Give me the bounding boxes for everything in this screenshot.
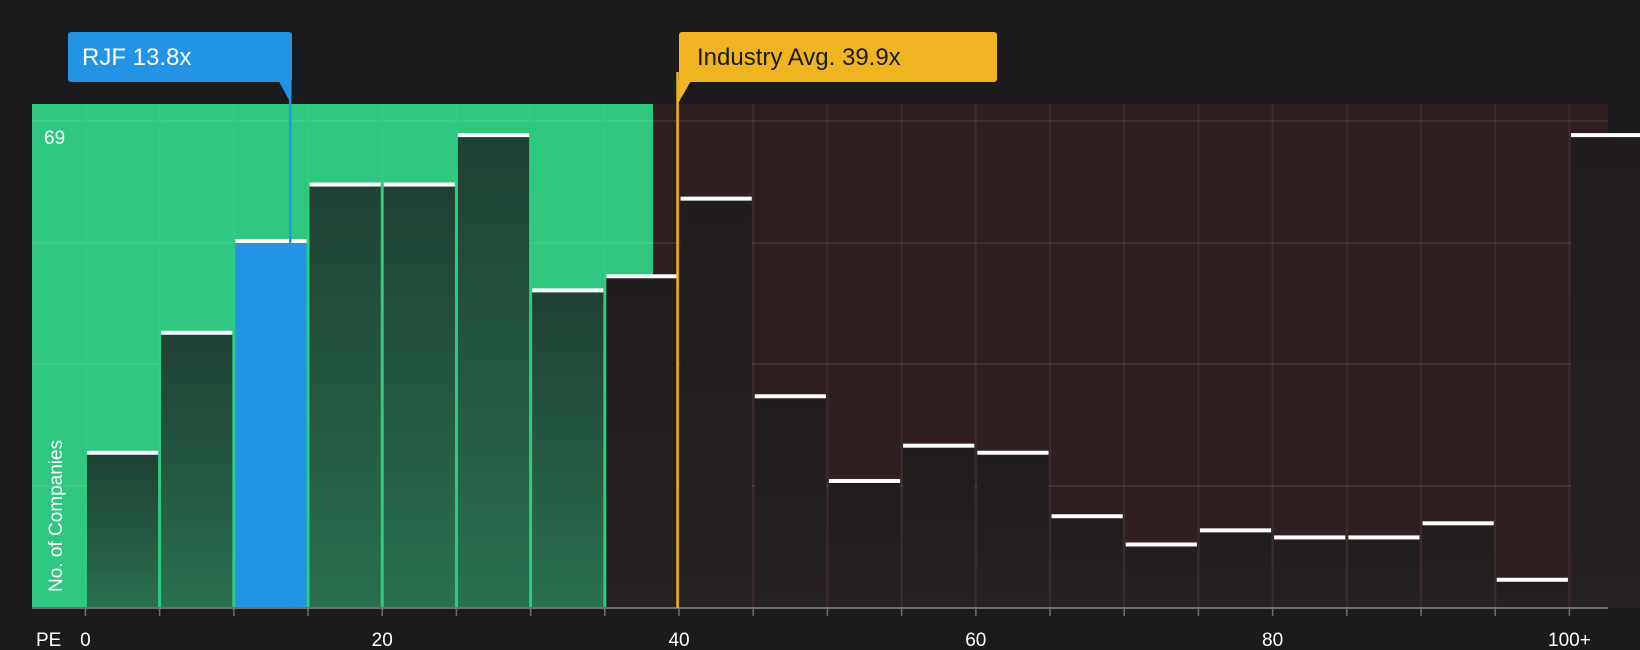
- bar-cap: [1274, 535, 1346, 540]
- bar-cap: [1199, 528, 1272, 533]
- bar: [680, 198, 752, 608]
- bar: [977, 452, 1049, 608]
- bar-cap: [1125, 542, 1197, 547]
- bar-cap: [1422, 521, 1494, 526]
- bar: [1125, 544, 1197, 608]
- bar: [606, 276, 678, 608]
- bar-cap: [161, 330, 233, 335]
- bar-cap: [457, 133, 530, 138]
- x-tick-label: 0: [80, 630, 91, 650]
- bar: [828, 480, 901, 608]
- y-axis-label: No. of Companies: [46, 440, 67, 592]
- bar: [1274, 537, 1346, 608]
- x-tick-label: 20: [372, 630, 393, 650]
- bar-cap: [606, 274, 678, 279]
- bar-cap: [309, 182, 381, 187]
- bar: [457, 135, 530, 608]
- x-tick-label: 80: [1262, 630, 1283, 650]
- bar-cap: [532, 288, 604, 293]
- bar: [383, 184, 455, 609]
- x-axis-label: PE: [36, 630, 61, 650]
- bar: [235, 240, 307, 608]
- industry-label: Industry Avg. 39.9x: [697, 44, 901, 71]
- x-tick-label: 100+: [1548, 630, 1591, 650]
- bar: [1570, 135, 1640, 608]
- bar: [86, 452, 159, 608]
- x-tick-label: 40: [668, 630, 689, 650]
- pe-distribution-chart: 0 20 40 60 80 100+ PE 69 No. of Companies RJF 13…: [0, 0, 1640, 650]
- y-max-label: 69: [44, 128, 65, 149]
- industry-pointer: [676, 80, 692, 106]
- bar-cap: [680, 196, 752, 201]
- bar: [1199, 530, 1272, 608]
- bar-cap: [828, 478, 901, 483]
- bar: [309, 184, 381, 609]
- bar-cap: [1348, 535, 1420, 540]
- bar: [1348, 537, 1420, 608]
- bar: [1422, 523, 1494, 608]
- bar: [1496, 579, 1568, 608]
- subject-label: RJF 13.8x: [82, 44, 191, 71]
- bar-cap: [86, 450, 159, 455]
- bar-cap: [1496, 577, 1568, 582]
- bar-cap: [903, 443, 975, 448]
- bar-cap: [977, 450, 1049, 455]
- bar: [532, 290, 604, 608]
- bar: [754, 396, 826, 608]
- bar: [1051, 516, 1123, 608]
- chart-svg: 0 20 40 60 80 100+ PE 69 No. of Companies RJF 13…: [32, 32, 1640, 650]
- bar-cap: [1570, 133, 1640, 138]
- bar-cap: [383, 182, 455, 187]
- bar-cap: [1051, 514, 1123, 519]
- bar: [161, 332, 233, 608]
- bar: [903, 445, 975, 608]
- x-tick-label: 60: [965, 630, 986, 650]
- bar-cap: [754, 394, 826, 399]
- bar-cap: [235, 238, 307, 243]
